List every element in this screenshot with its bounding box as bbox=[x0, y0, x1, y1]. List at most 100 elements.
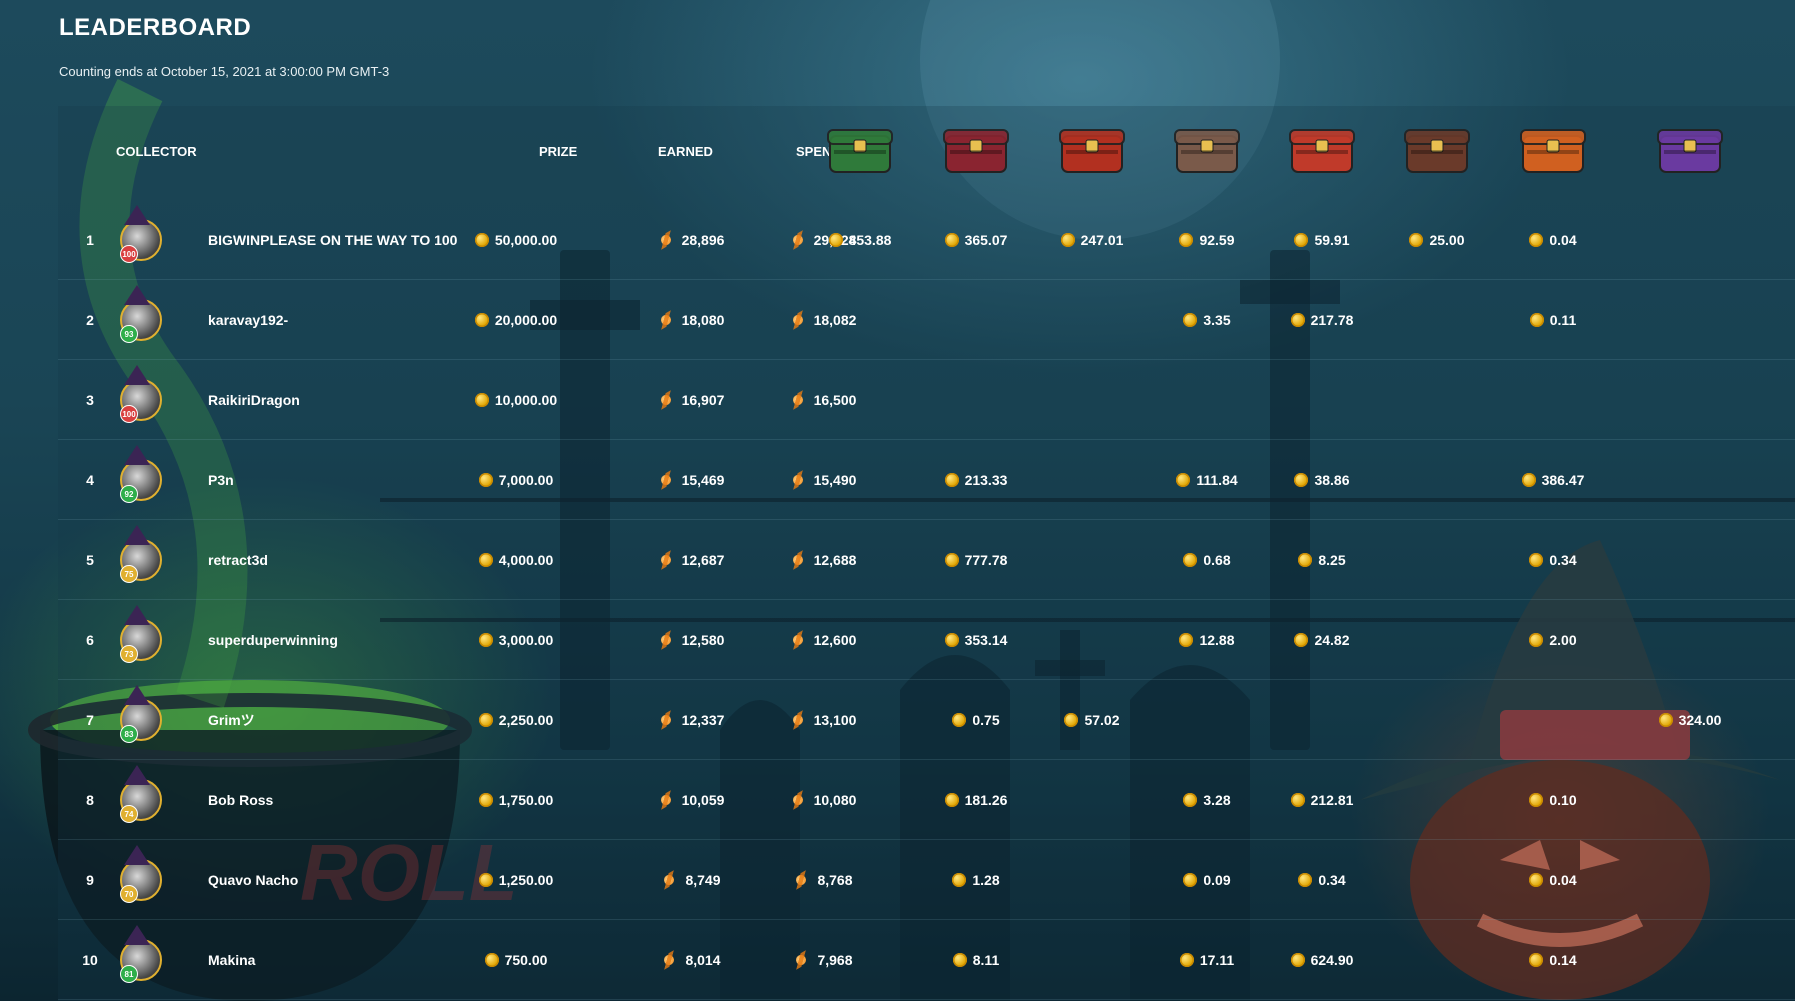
candy-icon bbox=[788, 394, 808, 406]
case-value: 57.02 bbox=[1042, 680, 1142, 760]
rank-number: 8 bbox=[86, 792, 94, 808]
leaderboard-rows: 1 100 BIGWINPLEASE ON THE WAY TO 100 50,000… bbox=[58, 200, 1795, 1000]
prize-value: 20,000.00 bbox=[456, 280, 576, 360]
spent-value: 13,100 bbox=[772, 680, 872, 760]
case-value: 247.01 bbox=[1042, 200, 1142, 280]
case-value: 0.04 bbox=[1503, 840, 1603, 920]
earned-value: 8,014 bbox=[640, 920, 740, 1000]
case-value: 1.28 bbox=[926, 840, 1026, 920]
prize-value: 7,000.00 bbox=[456, 440, 576, 520]
prize-value: 1,250.00 bbox=[456, 840, 576, 920]
avatar[interactable]: 100 bbox=[120, 360, 170, 440]
candy-icon bbox=[788, 314, 808, 326]
case-7-icon[interactable] bbox=[1515, 110, 1591, 186]
avatar[interactable]: 83 bbox=[120, 680, 170, 760]
coin-icon bbox=[944, 553, 959, 567]
avatar[interactable]: 92 bbox=[120, 440, 170, 520]
avatar[interactable]: 75 bbox=[120, 520, 170, 600]
coin-icon bbox=[478, 553, 493, 567]
candy-icon bbox=[656, 794, 676, 806]
case-value: 0.68 bbox=[1157, 520, 1257, 600]
coin-icon bbox=[944, 633, 959, 647]
candy-icon bbox=[788, 714, 808, 726]
prize-value: 3,000.00 bbox=[456, 600, 576, 680]
earned-value: 28,896 bbox=[640, 200, 740, 280]
case-value: 0.10 bbox=[1503, 760, 1603, 840]
candy-icon bbox=[656, 554, 676, 566]
prize-value: 50,000.00 bbox=[456, 200, 576, 280]
coin-icon bbox=[944, 793, 959, 807]
coin-icon bbox=[944, 473, 959, 487]
prize-value: 10,000.00 bbox=[456, 360, 576, 440]
earned-value: 16,907 bbox=[640, 360, 740, 440]
candy-icon bbox=[659, 874, 679, 886]
witch-hat-icon bbox=[124, 205, 150, 225]
level-badge: 70 bbox=[120, 885, 138, 903]
coin-icon bbox=[944, 233, 959, 247]
case-4-icon[interactable] bbox=[1169, 110, 1245, 186]
avatar[interactable]: 100 bbox=[120, 200, 170, 280]
coin-icon bbox=[1521, 473, 1536, 487]
case-1-icon[interactable] bbox=[822, 110, 898, 186]
coin-icon bbox=[1529, 633, 1544, 647]
table-row: 2 93 karavay192- 20,000.00 18,080 18,082 3.35 2… bbox=[58, 280, 1795, 360]
case-value: 212.81 bbox=[1272, 760, 1372, 840]
case-value: 386.47 bbox=[1503, 440, 1603, 520]
case-value: 111.84 bbox=[1157, 440, 1257, 520]
candy-icon bbox=[656, 394, 676, 406]
case-value: 8.11 bbox=[926, 920, 1026, 1000]
candy-icon bbox=[788, 474, 808, 486]
witch-hat-icon bbox=[124, 765, 150, 785]
coin-icon bbox=[1183, 793, 1198, 807]
coin-icon bbox=[474, 393, 489, 407]
avatar[interactable]: 73 bbox=[120, 600, 170, 680]
case-2-icon[interactable] bbox=[938, 110, 1014, 186]
coin-icon bbox=[1294, 233, 1309, 247]
case-value: 3.28 bbox=[1157, 760, 1257, 840]
coin-icon bbox=[1294, 473, 1309, 487]
case-value: 624.90 bbox=[1272, 920, 1372, 1000]
rank-number: 1 bbox=[86, 232, 94, 248]
table-row: 8 74 Bob Ross 1,750.00 10,059 10,080 181.26 3.2… bbox=[58, 760, 1795, 840]
case-8-icon[interactable] bbox=[1652, 110, 1728, 186]
case-5-icon[interactable] bbox=[1284, 110, 1360, 186]
table-row: 9 70 Quavo Nacho 1,250.00 8,749 8,768 1.28 0.09… bbox=[58, 840, 1795, 920]
case-value: 353.14 bbox=[926, 600, 1026, 680]
rank-number: 4 bbox=[86, 472, 94, 488]
earned-header: EARNED bbox=[658, 144, 713, 159]
level-badge: 93 bbox=[120, 325, 138, 343]
coin-icon bbox=[474, 233, 489, 247]
level-badge: 83 bbox=[120, 725, 138, 743]
avatar[interactable]: 93 bbox=[120, 280, 170, 360]
countdown-text: Counting ends at October 15, 2021 at 3:0… bbox=[59, 64, 390, 79]
table-row: 1 100 BIGWINPLEASE ON THE WAY TO 100 50,000… bbox=[58, 200, 1795, 280]
rank-number: 3 bbox=[86, 392, 94, 408]
case-value: 0.75 bbox=[926, 680, 1026, 760]
avatar[interactable]: 74 bbox=[120, 760, 170, 840]
case-6-icon[interactable] bbox=[1399, 110, 1475, 186]
level-badge: 74 bbox=[120, 805, 138, 823]
rank-number: 10 bbox=[82, 952, 98, 968]
coin-icon bbox=[952, 953, 967, 967]
coin-icon bbox=[478, 713, 493, 727]
coin-icon bbox=[1290, 313, 1305, 327]
avatar[interactable]: 70 bbox=[120, 840, 170, 920]
candy-icon bbox=[788, 554, 808, 566]
case-value: 92.59 bbox=[1157, 200, 1257, 280]
witch-hat-icon bbox=[124, 285, 150, 305]
candy-icon bbox=[656, 314, 676, 326]
level-badge: 81 bbox=[120, 965, 138, 983]
case-value: 8.25 bbox=[1272, 520, 1372, 600]
table-row: 7 83 Grimツ 2,250.00 12,337 13,100 0.75 57.02 324… bbox=[58, 680, 1795, 760]
case-value: 0.09 bbox=[1157, 840, 1257, 920]
coin-icon bbox=[1179, 633, 1194, 647]
coin-icon bbox=[1529, 233, 1544, 247]
rank-number: 9 bbox=[86, 872, 94, 888]
rank-number: 5 bbox=[86, 552, 94, 568]
avatar[interactable]: 81 bbox=[120, 920, 170, 1000]
case-3-icon[interactable] bbox=[1054, 110, 1130, 186]
witch-hat-icon bbox=[124, 445, 150, 465]
coin-icon bbox=[474, 313, 489, 327]
coin-icon bbox=[1658, 713, 1673, 727]
coin-icon bbox=[952, 713, 967, 727]
